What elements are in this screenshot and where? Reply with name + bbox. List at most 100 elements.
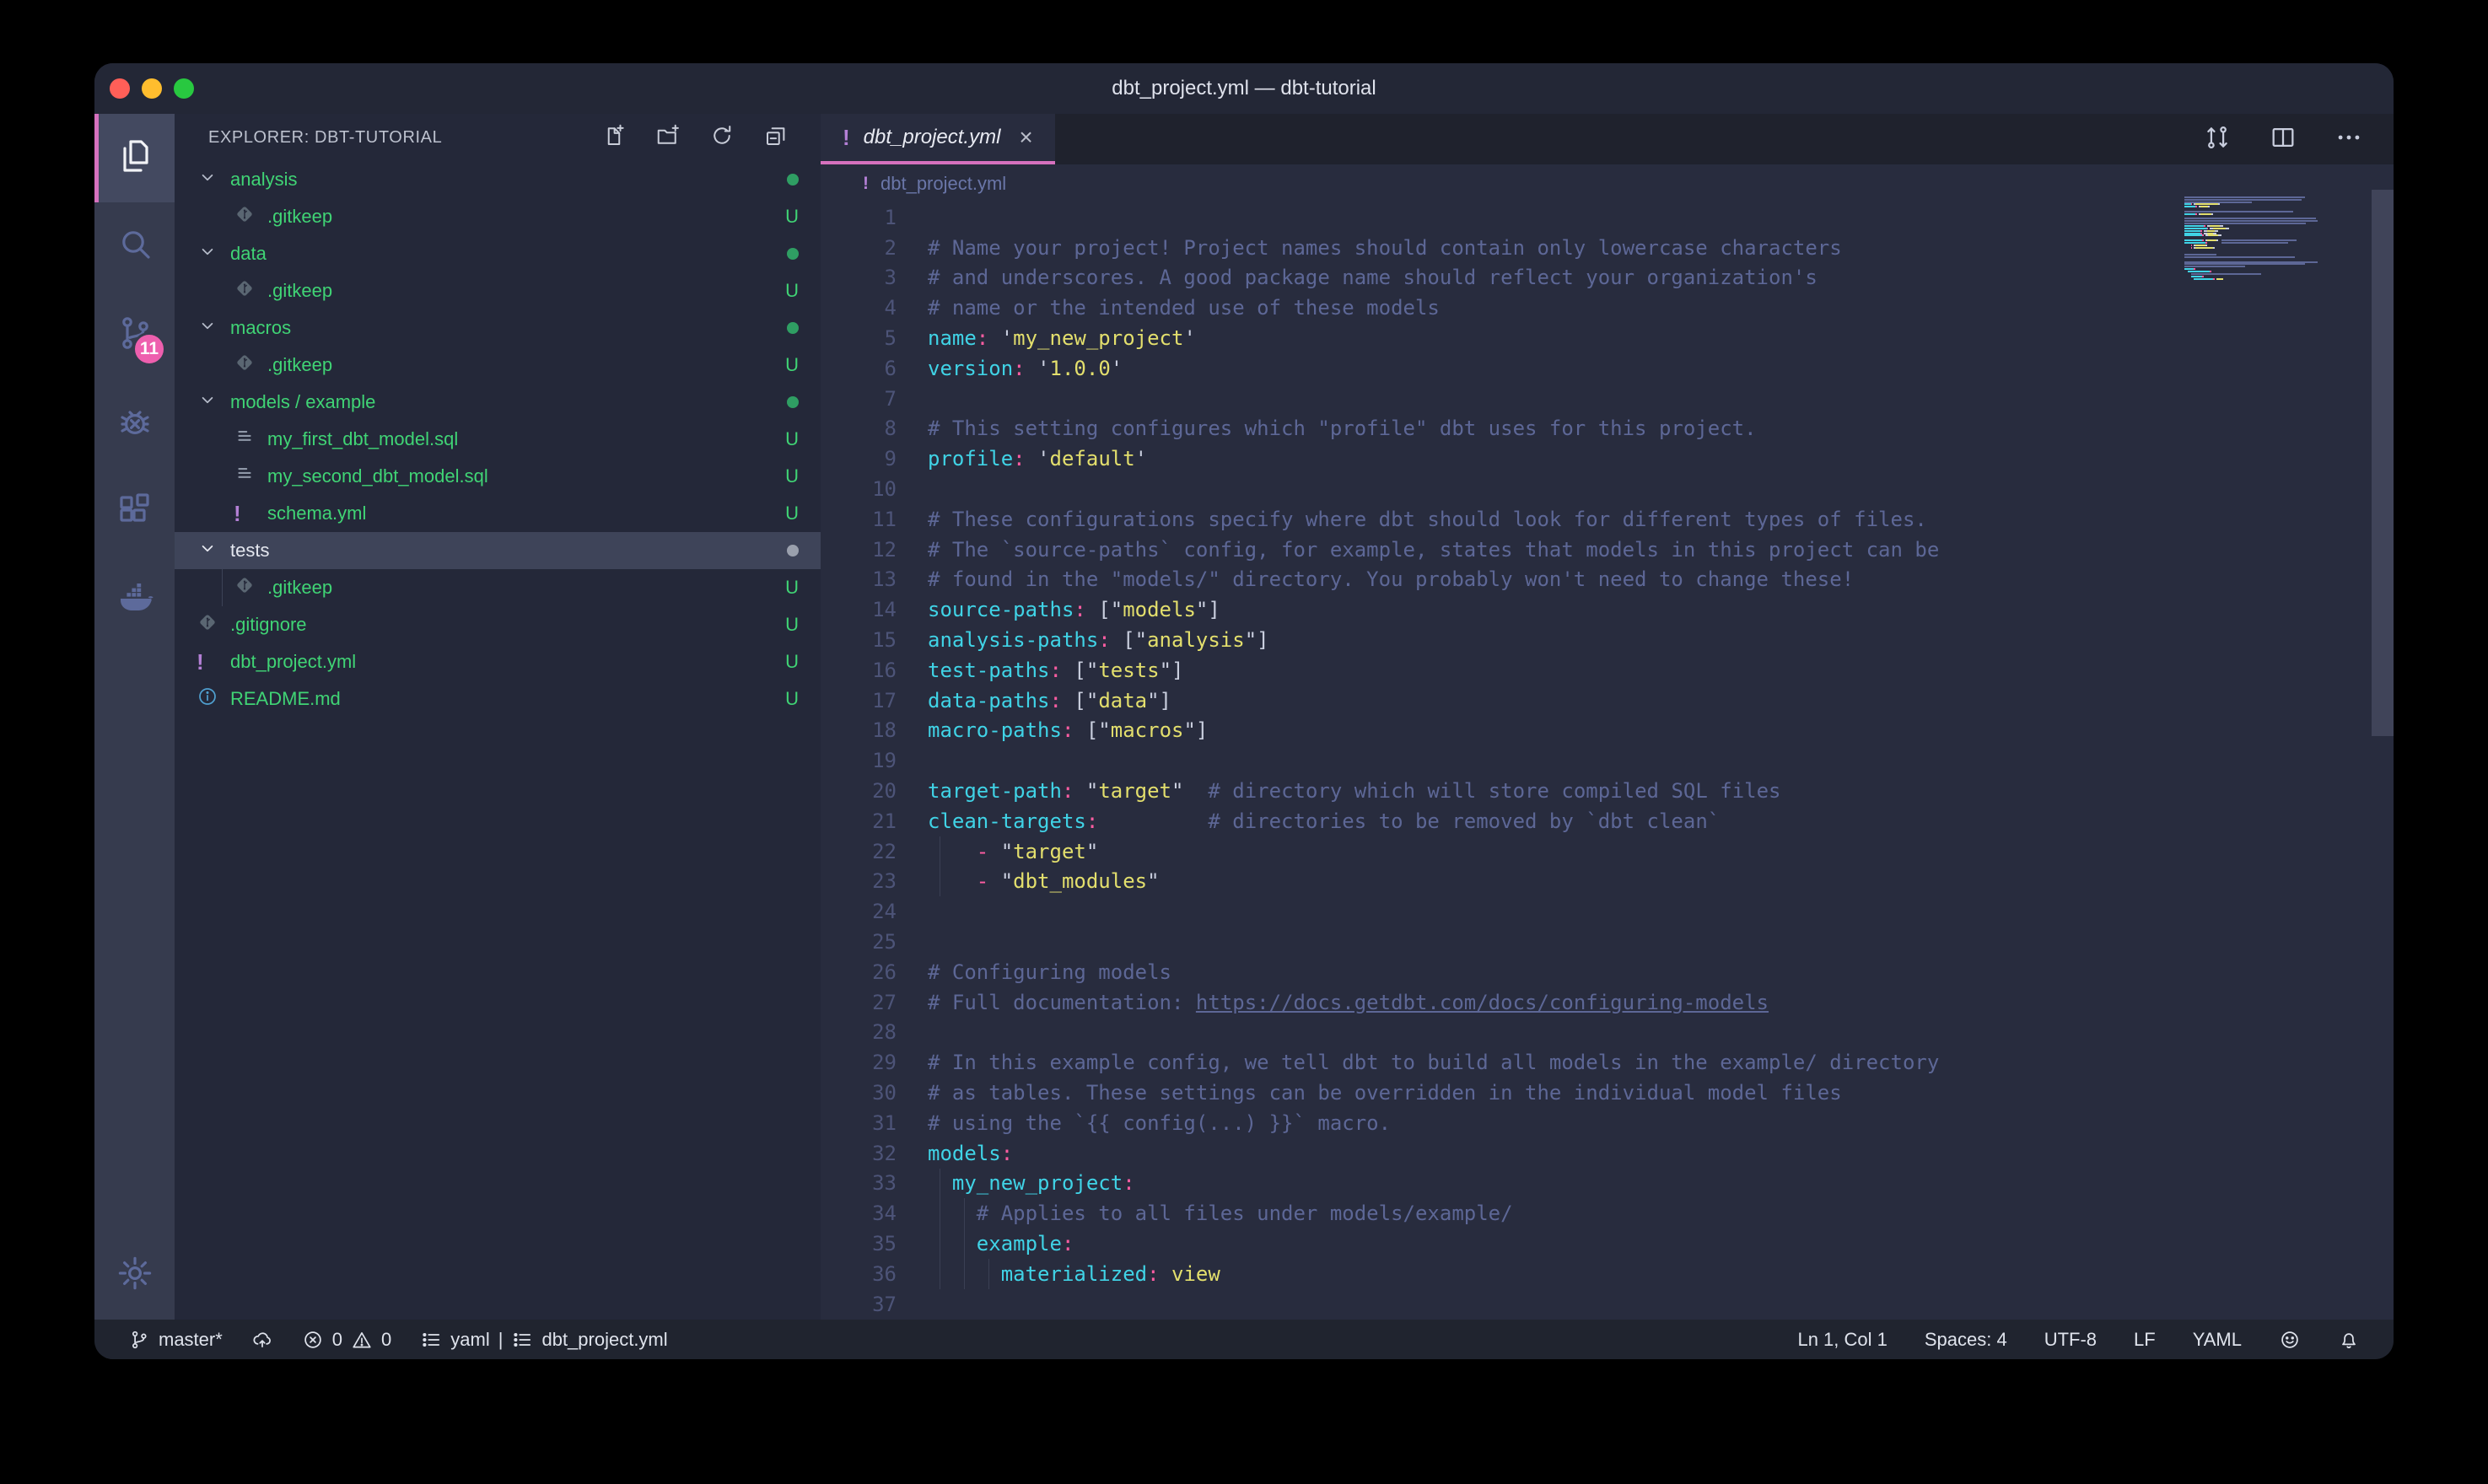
tree-item-dbt-project-yml[interactable]: !dbt_project.ymlU: [175, 643, 821, 680]
code-line-31[interactable]: 31# using the `{{ config(...) }}` macro.: [821, 1108, 2394, 1138]
activity-settings[interactable]: [94, 1231, 175, 1320]
tree-item--gitkeep[interactable]: .gitkeepU: [175, 569, 821, 606]
code-line-29[interactable]: 29# In this example config, we tell dbt …: [821, 1047, 2394, 1078]
code-line-1[interactable]: 1: [821, 202, 2394, 233]
code-line-33[interactable]: 33 my_new_project:: [821, 1169, 2394, 1199]
status-left: master* 0 0 yaml | dbt_project.yml: [128, 1329, 668, 1351]
line-content: # using the `{{ config(...) }}` macro.: [928, 1111, 1391, 1135]
activity-explorer[interactable]: [94, 114, 175, 202]
code-line-13[interactable]: 13# found in the "models/" directory. Yo…: [821, 565, 2394, 595]
code-line-7[interactable]: 7: [821, 384, 2394, 414]
code-line-24[interactable]: 24: [821, 896, 2394, 927]
eol-sequence[interactable]: LF: [2134, 1329, 2156, 1351]
refresh-icon[interactable]: [709, 123, 735, 153]
code-line-30[interactable]: 30# as tables. These settings can be ove…: [821, 1078, 2394, 1108]
code-line-22[interactable]: 22 - "target": [821, 836, 2394, 867]
code-line-23[interactable]: 23 - "dbt_modules": [821, 867, 2394, 897]
docs-link[interactable]: https://docs.getdbt.com/docs/configuring…: [1196, 991, 1769, 1014]
open-changes-icon[interactable]: [2203, 123, 2232, 156]
encoding[interactable]: UTF-8: [2044, 1329, 2097, 1351]
notifications-bell-icon[interactable]: [2338, 1329, 2360, 1351]
tab-dbt-project-yml[interactable]: ! dbt_project.yml ×: [821, 114, 1055, 164]
code-line-21[interactable]: 21clean-targets: # directories to be rem…: [821, 806, 2394, 836]
tree-item-my-first-dbt-model-sql[interactable]: my_first_dbt_model.sqlU: [175, 421, 821, 458]
warning-icon: [351, 1329, 373, 1351]
yaml-schema-item[interactable]: yaml | dbt_project.yml: [420, 1329, 667, 1351]
code-line-11[interactable]: 11# These configurations specify where d…: [821, 504, 2394, 535]
code-line-26[interactable]: 26# Configuring models: [821, 957, 2394, 987]
code-line-14[interactable]: 14source-paths: ["models"]: [821, 594, 2394, 625]
tree-item--gitkeep[interactable]: .gitkeepU: [175, 272, 821, 309]
line-number: 29: [821, 1051, 928, 1074]
collapse-all-icon[interactable]: [763, 123, 789, 153]
tree-item-schema-yml[interactable]: !schema.ymlU: [175, 495, 821, 532]
code-line-9[interactable]: 9profile: 'default': [821, 444, 2394, 474]
line-number: 1: [821, 206, 928, 229]
activity-search[interactable]: [94, 202, 175, 291]
indentation[interactable]: Spaces: 4: [1925, 1329, 2007, 1351]
minimize-window-button[interactable]: [142, 78, 162, 99]
code-line-8[interactable]: 8# This setting configures which "profil…: [821, 414, 2394, 444]
code-line-15[interactable]: 15analysis-paths: ["analysis"]: [821, 625, 2394, 655]
line-number: 26: [821, 960, 928, 984]
tree-item--gitkeep[interactable]: .gitkeepU: [175, 198, 821, 235]
tree-item-readme-md[interactable]: README.mdU: [175, 680, 821, 718]
code-line-2[interactable]: 2# Name your project! Project names shou…: [821, 233, 2394, 263]
editor-scrollbar[interactable]: [2372, 190, 2394, 736]
activity-extensions[interactable]: [94, 468, 175, 556]
code-editor[interactable]: 1 2# Name your project! Project names sho…: [821, 202, 2394, 1320]
split-editor-icon[interactable]: [2269, 123, 2297, 156]
zoom-window-button[interactable]: [174, 78, 194, 99]
breadcrumb[interactable]: ! dbt_project.yml: [821, 164, 2394, 202]
new-file-icon[interactable]: [601, 123, 627, 153]
code-line-19[interactable]: 19: [821, 745, 2394, 776]
close-tab-icon[interactable]: ×: [1014, 124, 1032, 151]
activity-docker[interactable]: [94, 556, 175, 645]
tree-item--gitignore[interactable]: .gitignoreU: [175, 606, 821, 643]
code-line-20[interactable]: 20target-path: "target" # directory whic…: [821, 776, 2394, 806]
code-line-17[interactable]: 17data-paths: ["data"]: [821, 686, 2394, 716]
code-line-18[interactable]: 18macro-paths: ["macros"]: [821, 716, 2394, 746]
tree-item-analysis[interactable]: analysis: [175, 161, 821, 198]
code-line-10[interactable]: 10: [821, 474, 2394, 504]
code-line-3[interactable]: 3# and underscores. A good package name …: [821, 263, 2394, 293]
line-content: # name or the intended use of these mode…: [928, 296, 1440, 320]
close-window-button[interactable]: [110, 78, 130, 99]
tree-item-tests[interactable]: tests: [175, 532, 821, 569]
activity-source-control[interactable]: 11: [94, 291, 175, 379]
code-line-37[interactable]: 37: [821, 1289, 2394, 1320]
code-line-28[interactable]: 28: [821, 1018, 2394, 1048]
feedback-smiley-icon[interactable]: [2279, 1329, 2301, 1351]
line-content: # and underscores. A good package name s…: [928, 266, 1818, 289]
code-line-27[interactable]: 27# Full documentation: https://docs.get…: [821, 987, 2394, 1018]
cursor-position[interactable]: Ln 1, Col 1: [1797, 1329, 1887, 1351]
tree-item-macros[interactable]: macros: [175, 309, 821, 347]
code-line-12[interactable]: 12# The `source-paths` config, for examp…: [821, 535, 2394, 565]
yaml-file-icon: !: [234, 503, 241, 524]
tree-item-my-second-dbt-model-sql[interactable]: my_second_dbt_model.sqlU: [175, 458, 821, 495]
minimap[interactable]: [2184, 194, 2370, 282]
code-line-5[interactable]: 5name: 'my_new_project': [821, 323, 2394, 353]
more-actions-icon[interactable]: [2335, 123, 2363, 156]
code-line-36[interactable]: 36 materialized: view: [821, 1259, 2394, 1289]
activity-debug[interactable]: [94, 379, 175, 468]
code-line-25[interactable]: 25: [821, 927, 2394, 957]
code-line-35[interactable]: 35 example:: [821, 1229, 2394, 1259]
code-line-16[interactable]: 16test-paths: ["tests"]: [821, 655, 2394, 686]
tree-item--gitkeep[interactable]: .gitkeepU: [175, 347, 821, 384]
tree-item-models-example[interactable]: models / example: [175, 384, 821, 421]
git-branch-item[interactable]: master*: [128, 1329, 223, 1351]
git-branch-icon: [128, 1329, 150, 1351]
code-line-4[interactable]: 4# name or the intended use of these mod…: [821, 293, 2394, 323]
sync-changes-button[interactable]: [251, 1329, 273, 1351]
line-number: 7: [821, 387, 928, 411]
code-line-6[interactable]: 6version: '1.0.0': [821, 353, 2394, 384]
new-folder-icon[interactable]: [655, 123, 681, 153]
tree-item-data[interactable]: data: [175, 235, 821, 272]
breadcrumb-file[interactable]: dbt_project.yml: [880, 173, 1006, 195]
problems-item[interactable]: 0 0: [302, 1329, 392, 1351]
language-mode[interactable]: YAML: [2193, 1329, 2242, 1351]
code-line-34[interactable]: 34 # Applies to all files under models/e…: [821, 1198, 2394, 1229]
code-line-32[interactable]: 32models:: [821, 1138, 2394, 1169]
debug-icon: [115, 401, 155, 446]
